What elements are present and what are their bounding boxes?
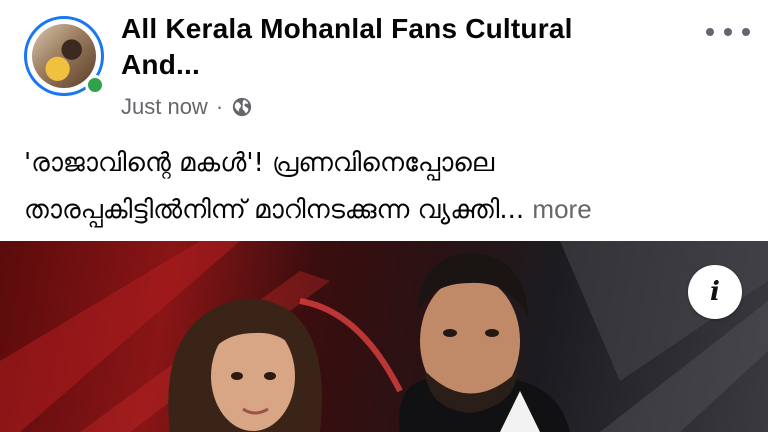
post-image-art <box>0 241 768 432</box>
post-header: All Kerala Mohanlal Fans Cultural And...… <box>0 0 768 125</box>
caption-text: താരപ്പകിട്ടിൽനിന്ന് മാറിനടക്കുന്ന വ്യക്ത… <box>24 195 525 225</box>
ellipsis-icon <box>742 28 750 36</box>
caption-line: 'രാജാവിന്റെ മകൾ'! പ്രണവിനെപ്പോലെ <box>24 148 495 178</box>
page-avatar[interactable] <box>24 16 105 96</box>
meta-separator: · <box>215 94 224 119</box>
more-options-button[interactable] <box>706 22 750 42</box>
info-button[interactable]: i <box>688 265 742 319</box>
see-more-link[interactable]: more <box>532 194 591 224</box>
globe-icon <box>232 97 252 117</box>
page-name[interactable]: All Kerala Mohanlal Fans Cultural And... <box>121 11 641 83</box>
post-meta: Just now · <box>121 93 253 121</box>
ellipsis-icon <box>724 28 732 36</box>
post-image[interactable] <box>0 241 768 432</box>
info-icon: i <box>710 277 720 307</box>
ellipsis-icon <box>706 28 714 36</box>
post-timestamp[interactable]: Just now <box>121 94 208 120</box>
post-caption: 'രാജാവിന്റെ മകൾ'! പ്രണവിനെപ്പോലെ താരപ്പക… <box>24 140 754 233</box>
online-status-dot <box>85 75 105 95</box>
caption-line-2: താരപ്പകിട്ടിൽനിന്ന് മാറിനടക്കുന്ന വ്യക്ത… <box>24 186 754 233</box>
